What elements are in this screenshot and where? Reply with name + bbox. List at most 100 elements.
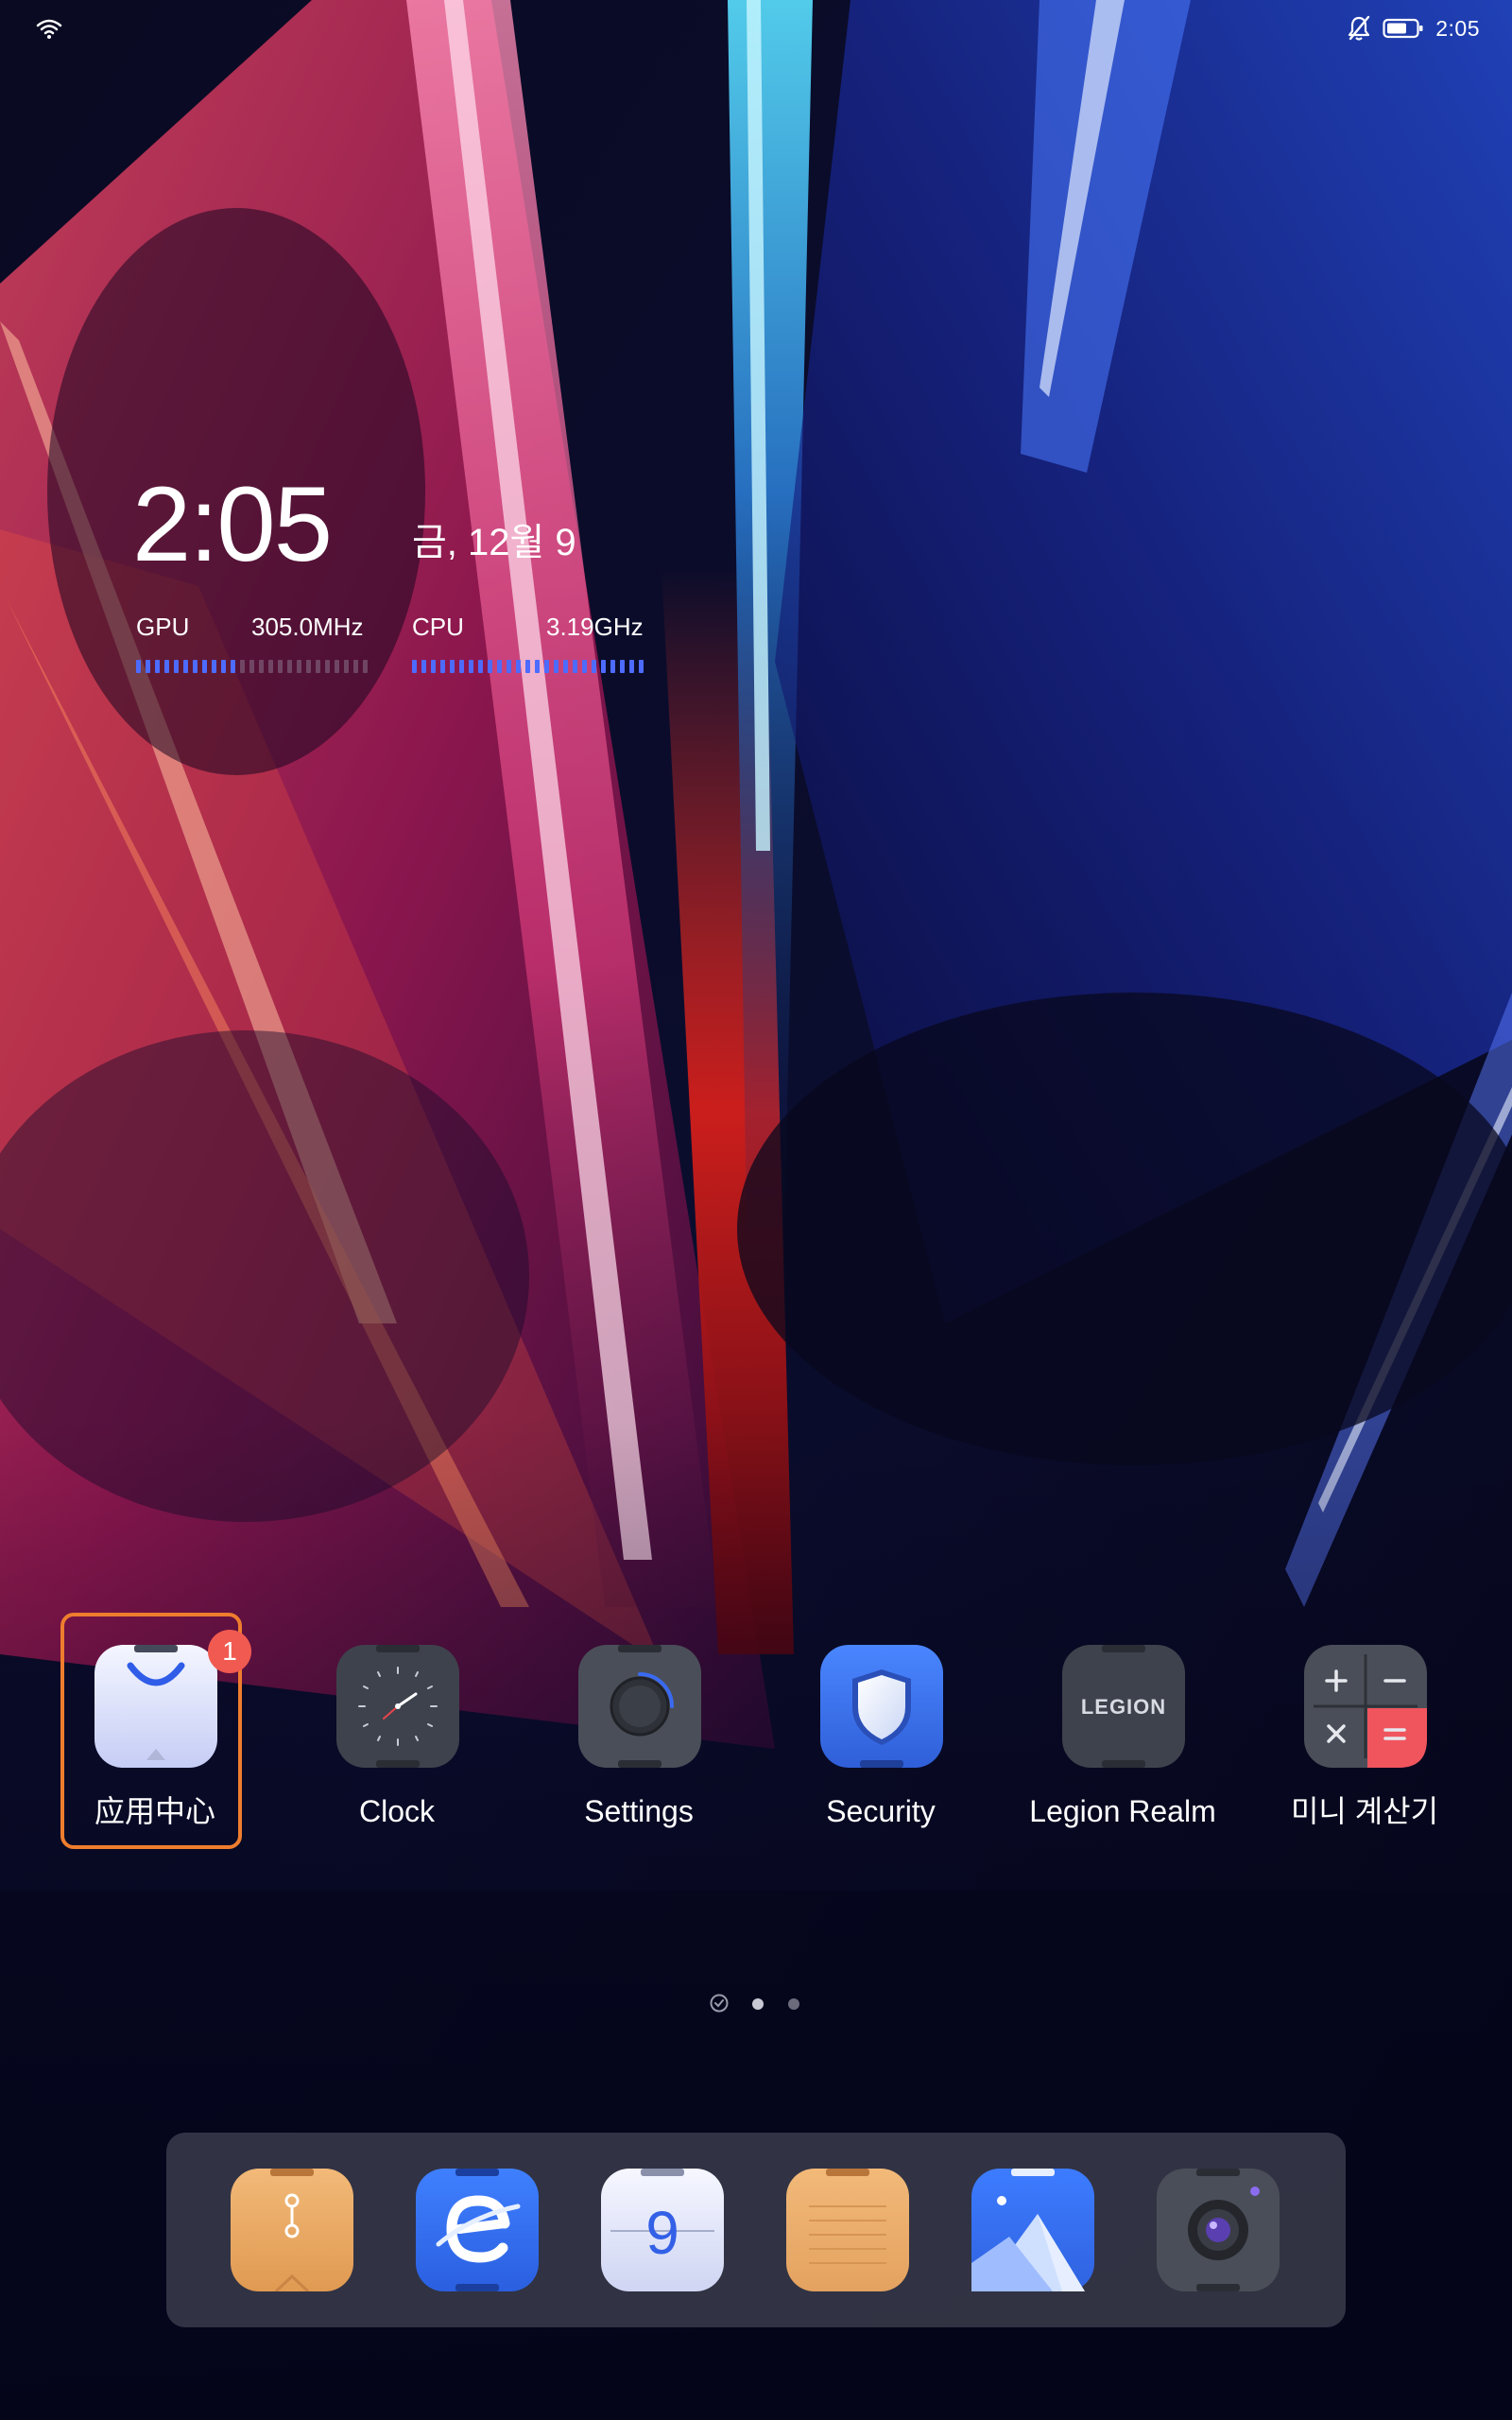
meter-segment [202, 660, 207, 673]
meter-segment [601, 660, 606, 673]
widget-time: 2:05 [132, 465, 333, 583]
app-label: 应用中心 [94, 1794, 215, 1828]
meter-segment [212, 660, 216, 673]
meter-segment [639, 660, 644, 673]
meter-segment [146, 660, 150, 673]
dock-file-manager[interactable] [231, 2169, 353, 2291]
app-label: Security [826, 1794, 936, 1828]
app-label: Legion Realm [1029, 1794, 1216, 1828]
meter-segment [431, 660, 436, 673]
app-mini-calculator[interactable]: 미니 계산기 [1272, 1613, 1457, 1855]
meter-segment [582, 660, 587, 673]
app-center-icon [94, 1645, 217, 1768]
meter-segment [592, 660, 596, 673]
meter-segment [459, 660, 464, 673]
dock-gallery[interactable] [971, 2169, 1094, 2291]
meter-segment [259, 660, 264, 673]
app-settings[interactable]: Settings [546, 1613, 731, 1855]
meter-segment [516, 660, 521, 673]
notification-badge: 1 [208, 1630, 251, 1673]
file-manager-icon [231, 2169, 353, 2291]
meter-segment [421, 660, 426, 673]
meter-segment [620, 660, 625, 673]
camera-icon [1157, 2169, 1280, 2291]
legion-logo-text: LEGION [1081, 1695, 1166, 1719]
meter-segment [488, 660, 492, 673]
app-clock[interactable]: Clock [304, 1613, 490, 1855]
meter-segment [297, 660, 301, 673]
meter-segment [325, 660, 330, 673]
calculator-icon [1304, 1645, 1427, 1768]
cpu-frequency: 3.19GHz [546, 613, 644, 641]
meter-segment [193, 660, 198, 673]
meter-segment [573, 660, 577, 673]
calendar-day-number: 9 [645, 2199, 679, 2267]
page-dot[interactable] [788, 1998, 799, 2010]
gallery-icon [971, 2169, 1094, 2291]
browser-icon [416, 2169, 539, 2291]
clock-icon [336, 1645, 459, 1768]
meter-segment [353, 660, 358, 673]
bell-off-icon [1349, 15, 1370, 41]
app-label: Clock [358, 1794, 435, 1828]
meter-segment [478, 660, 483, 673]
app-security[interactable]: Security [788, 1613, 973, 1855]
gpu-usage-meter [136, 660, 368, 673]
meter-segment [306, 660, 311, 673]
dock-camera[interactable] [1157, 2169, 1280, 2291]
meter-segment [507, 660, 511, 673]
meter-segment [563, 660, 568, 673]
app-label: 미니 계산기 [1290, 1794, 1439, 1828]
meter-segment [278, 660, 283, 673]
meter-segment [610, 660, 615, 673]
calendar-icon: 9 [601, 2169, 724, 2291]
app-legion-realm[interactable]: LEGION Legion Realm [1029, 1613, 1216, 1855]
meter-segment [363, 660, 368, 673]
meter-segment [221, 660, 226, 673]
meter-segment [412, 660, 417, 673]
meter-segment [440, 660, 445, 673]
meter-segment [469, 660, 473, 673]
app-label: Settings [584, 1794, 694, 1828]
meter-segment [183, 660, 188, 673]
clock-performance-widget[interactable]: 2:05 금, 12월 9 GPU 305.0MHz CPU 3.19GHz [132, 463, 662, 690]
meter-segment [535, 660, 540, 673]
status-time: 2:05 [1435, 15, 1480, 41]
meter-segment [554, 660, 558, 673]
check-circle-icon [710, 1994, 729, 2013]
home-app-row: 1 应用中心 Clock Settings Security LEGION Le… [0, 1613, 1512, 1858]
dock-browser[interactable] [416, 2169, 539, 2291]
wifi-icon [36, 19, 62, 39]
app-center[interactable]: 1 应用中心 [60, 1613, 251, 1855]
gpu-frequency: 305.0MHz [251, 613, 364, 641]
meter-segment [497, 660, 502, 673]
settings-icon [578, 1645, 701, 1768]
meter-segment [231, 660, 235, 673]
meter-segment [164, 660, 169, 673]
meter-segment [240, 660, 245, 673]
gpu-label: GPU [136, 613, 190, 641]
meter-segment [344, 660, 349, 673]
meter-segment [335, 660, 339, 673]
security-icon [820, 1645, 943, 1768]
page-indicator[interactable] [705, 1993, 809, 2015]
wallpaper [0, 0, 1512, 2420]
meter-segment [174, 660, 179, 673]
meter-segment [136, 660, 141, 673]
dock-calendar[interactable]: 9 [601, 2169, 724, 2291]
cpu-label: CPU [412, 613, 464, 641]
meter-segment [155, 660, 160, 673]
notes-icon [786, 2169, 909, 2291]
meter-segment [544, 660, 549, 673]
page-dot-active[interactable] [752, 1998, 764, 2010]
meter-segment [287, 660, 292, 673]
legion-realm-icon: LEGION [1062, 1645, 1185, 1768]
dock: 9 [166, 2133, 1346, 2327]
meter-segment [316, 660, 320, 673]
dock-notes[interactable] [786, 2169, 909, 2291]
battery-icon [1383, 18, 1423, 39]
meter-segment [629, 660, 634, 673]
widget-date: 금, 12월 9 [412, 522, 576, 563]
meter-segment [268, 660, 273, 673]
meter-segment [249, 660, 254, 673]
